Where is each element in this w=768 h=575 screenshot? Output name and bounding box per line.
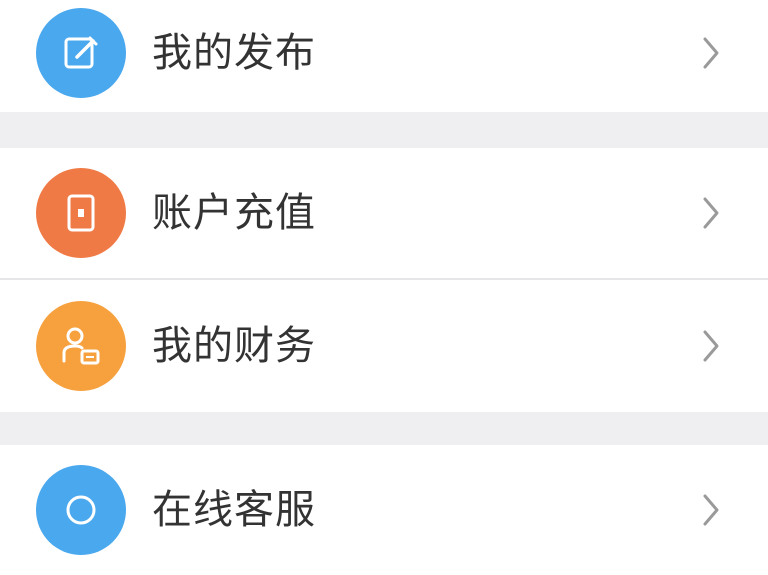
menu-item-label: 账户充值 [152, 190, 316, 236]
finance-icon [36, 301, 126, 391]
menu-item-account-recharge[interactable]: 账户充值 [0, 148, 768, 278]
wallet-icon [36, 168, 126, 258]
service-icon [36, 465, 126, 555]
chevron-right-icon [698, 33, 724, 73]
edit-icon [36, 8, 126, 98]
chevron-right-icon [698, 193, 724, 233]
menu-item-my-posts[interactable]: 我的发布 [0, 0, 768, 112]
chevron-right-icon [698, 326, 724, 366]
menu-item-label: 在线客服 [152, 487, 316, 533]
menu-item-my-finance[interactable]: 我的财务 [0, 280, 768, 412]
menu-item-label: 我的发布 [152, 30, 316, 76]
menu-item-online-service[interactable]: 在线客服 [0, 445, 768, 575]
menu-item-label: 我的财务 [152, 323, 316, 369]
chevron-right-icon [698, 490, 724, 530]
